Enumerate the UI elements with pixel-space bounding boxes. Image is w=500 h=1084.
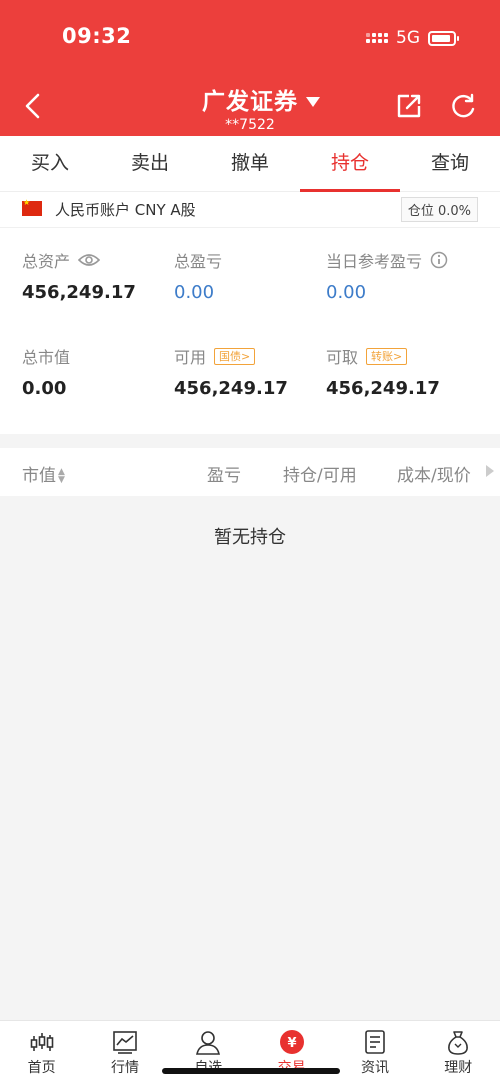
- page-title: 广发证券: [202, 89, 298, 115]
- nav-trade[interactable]: ¥ 交易: [250, 1021, 333, 1084]
- status-indicators: 5G: [366, 28, 459, 48]
- treasury-bond-button[interactable]: 国债>: [214, 347, 256, 365]
- column-pnl: 盈亏: [207, 466, 241, 486]
- daily-pnl: 当日参考盈亏 0.00: [326, 248, 448, 303]
- nav-wealth[interactable]: 理财: [417, 1021, 500, 1084]
- sort-market-value-button[interactable]: 市值 ▲ ▼: [22, 461, 65, 486]
- scroll-right-icon[interactable]: [486, 465, 494, 477]
- bottom-nav: 首页 行情 自选 ¥ 交易 资讯: [0, 1020, 500, 1084]
- home-indicator[interactable]: [162, 1068, 340, 1074]
- asset-summary: 总资产 456,249.17 总盈亏 0.00 当日参考盈亏 0.00 总市值 …: [0, 228, 500, 434]
- nav-watchlist-label: 自选: [167, 1057, 250, 1077]
- tab-sell[interactable]: 卖出: [100, 136, 200, 191]
- total-pnl: 总盈亏 0.00: [174, 248, 222, 303]
- holdings-table-header: 市值 ▲ ▼ 盈亏 持仓/可用 成本/现价: [0, 448, 500, 496]
- battery-icon: [428, 30, 459, 46]
- total-assets: 总资产 456,249.17: [22, 248, 136, 303]
- network-label: 5G: [396, 28, 420, 48]
- daily-pnl-value: 0.00: [326, 282, 367, 303]
- available-funds: 可用 国债> 456,249.17: [174, 344, 288, 399]
- total-assets-value: 456,249.17: [22, 282, 136, 303]
- total-pnl-value: 0.00: [174, 282, 215, 303]
- info-icon[interactable]: [430, 251, 448, 269]
- dropdown-arrow-icon[interactable]: [306, 97, 320, 107]
- signal-icon: [366, 33, 388, 43]
- tab-holdings[interactable]: 持仓: [300, 136, 400, 192]
- chart-icon: [113, 1031, 137, 1054]
- available-value: 456,249.17: [174, 378, 288, 399]
- empty-holdings-message: 暂无持仓: [214, 527, 286, 548]
- transfer-button[interactable]: 转账>: [366, 347, 408, 365]
- market-value: 总市值 0.00: [22, 344, 70, 399]
- china-flag-icon: [22, 198, 42, 216]
- column-cost: 成本/现价: [397, 466, 471, 486]
- total-assets-label: 总资产: [22, 252, 71, 271]
- app-header: 09:32 5G 广发证券 **7522: [0, 0, 500, 136]
- nav-home[interactable]: 首页: [0, 1021, 83, 1084]
- share-icon[interactable]: [395, 92, 423, 120]
- back-icon[interactable]: [22, 92, 46, 120]
- yuan-icon: ¥: [279, 1030, 304, 1054]
- account-label: 人民币账户 CNY A股: [55, 201, 196, 219]
- nav-market-label: 行情: [110, 1060, 139, 1076]
- tab-query[interactable]: 查询: [400, 136, 500, 191]
- sort-icon: ▲ ▼: [58, 467, 65, 485]
- market-value-value: 0.00: [22, 378, 67, 399]
- withdrawable-value: 456,249.17: [326, 378, 440, 399]
- tab-buy[interactable]: 买入: [0, 136, 100, 191]
- nav-market[interactable]: 行情: [83, 1021, 166, 1084]
- withdrawable-label: 可取: [326, 348, 359, 367]
- nav-trade-label: 交易: [250, 1057, 333, 1077]
- refresh-icon[interactable]: [449, 92, 477, 120]
- account-number: **7522: [225, 117, 275, 133]
- status-time: 09:32: [62, 24, 132, 48]
- nav-home-label: 首页: [27, 1060, 56, 1076]
- nav-watchlist[interactable]: 自选: [167, 1021, 250, 1084]
- market-value-label: 总市值: [22, 348, 71, 367]
- broker-selector[interactable]: 广发证券 **7522: [150, 82, 350, 133]
- available-label: 可用: [174, 348, 207, 367]
- nav-wealth-label: 理财: [444, 1060, 473, 1076]
- withdrawable-funds: 可取 转账> 456,249.17: [326, 344, 440, 399]
- moneybag-icon: [448, 1031, 469, 1055]
- daily-pnl-label: 当日参考盈亏: [326, 252, 423, 271]
- svg-text:¥: ¥: [287, 1036, 296, 1051]
- eye-icon[interactable]: [78, 253, 101, 267]
- column-holding: 持仓/可用: [283, 466, 357, 486]
- total-pnl-label: 总盈亏: [174, 252, 223, 271]
- tab-cancel[interactable]: 撤单: [200, 136, 300, 191]
- account-row: 人民币账户 CNY A股 仓位 0.0%: [0, 192, 500, 228]
- nav-news[interactable]: 资讯: [333, 1021, 416, 1084]
- person-icon: [196, 1031, 221, 1055]
- column-market-value: 市值: [22, 466, 56, 486]
- candlestick-icon: [30, 1033, 53, 1051]
- position-ratio-badge: 仓位 0.0%: [400, 197, 478, 222]
- document-icon: [365, 1030, 385, 1054]
- nav-news-label: 资讯: [360, 1060, 389, 1076]
- trade-tabs: 买入 卖出 撤单 持仓 查询: [0, 136, 500, 192]
